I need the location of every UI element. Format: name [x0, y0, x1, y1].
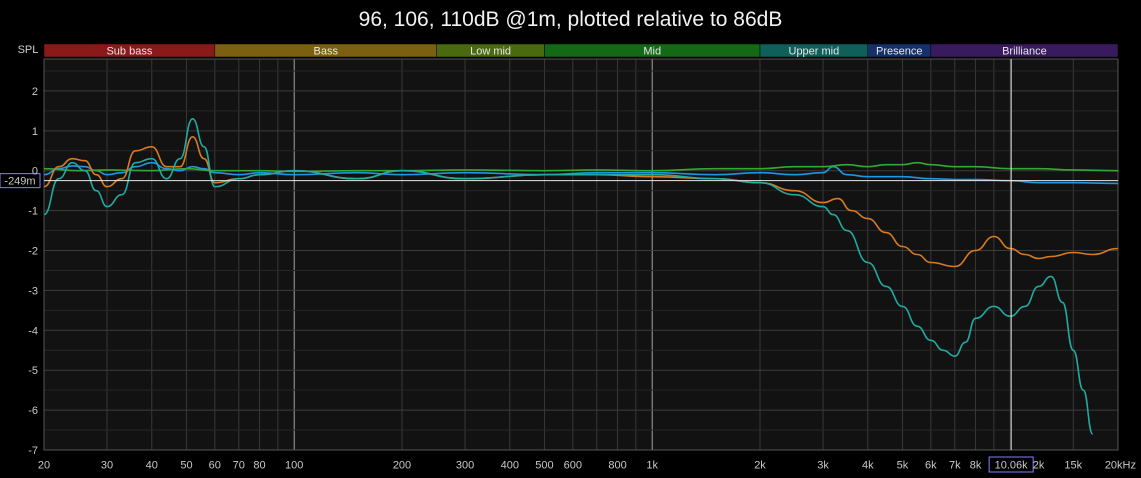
y-tick-label: -7 — [28, 445, 38, 457]
x-tick-label: 8k — [970, 460, 982, 472]
plot-area — [44, 59, 1118, 450]
y-tick-label: -6 — [28, 405, 38, 417]
x-tick-label: 600 — [564, 460, 582, 472]
x-tick-label: 6k — [925, 460, 937, 472]
x-tick-labels: 20 30 40 50 60 70 80 100 200 300 400 500 600 800 1k 2k 3… — [38, 460, 1136, 472]
x-tick-label: 500 — [535, 460, 553, 472]
x-tick-label: 300 — [456, 460, 474, 472]
x-tick-label: 2k — [1033, 460, 1045, 472]
y-tick-label: 2 — [32, 86, 38, 98]
band-label: Upper mid — [789, 46, 840, 58]
cursor-x-readout: 10.06k — [995, 460, 1029, 472]
x-tick-label: 20 — [38, 460, 50, 472]
y-tick-label: -5 — [28, 365, 38, 377]
x-tick-label: 5k — [897, 460, 909, 472]
x-tick-label: 30 — [101, 460, 113, 472]
band-label: Presence — [876, 46, 922, 58]
x-tick-label: 50 — [180, 460, 192, 472]
y-tick-label: 0 — [32, 166, 38, 178]
y-tick-labels: 2 1 0 -1 -2 -3 -4 -5 -6 -7 — [28, 86, 38, 457]
x-tick-label: 15k — [1064, 460, 1082, 472]
x-tick-label: 800 — [608, 460, 626, 472]
x-tick-label: 1k — [646, 460, 658, 472]
x-tick-label: 3k — [817, 460, 829, 472]
y-tick-label: 1 — [32, 126, 38, 138]
frequency-response-chart: Sub bass Bass Low mid Mid Upper mid Presence B… — [0, 43, 1136, 473]
x-tick-label: 80 — [253, 460, 265, 472]
x-tick-label: 7k — [949, 460, 961, 472]
x-tick-label: 60 — [209, 460, 221, 472]
x-tick-label: 400 — [501, 460, 519, 472]
band-label: Low mid — [470, 46, 511, 58]
y-axis-label: SPL — [18, 44, 39, 56]
y-tick-label: -2 — [28, 246, 38, 258]
frequency-bands: Sub bass Bass Low mid Mid Upper mid Presence B… — [43, 43, 1119, 58]
x-tick-label: 2k — [754, 460, 766, 472]
x-tick-label: 4k — [862, 460, 874, 472]
band-label: Mid — [643, 46, 661, 58]
x-tick-label: 40 — [146, 460, 158, 472]
band-label: Bass — [314, 46, 339, 58]
x-tick-label: 70 — [233, 460, 245, 472]
y-tick-label: -3 — [28, 285, 38, 297]
x-tick-label: 20kHz — [1105, 460, 1136, 472]
x-tick-label: 200 — [393, 460, 411, 472]
y-tick-label: -4 — [28, 325, 38, 337]
band-label: Sub bass — [106, 46, 152, 58]
y-tick-label: -1 — [28, 206, 38, 218]
band-label: Brilliance — [1002, 46, 1047, 58]
x-tick-label: 100 — [285, 460, 303, 472]
